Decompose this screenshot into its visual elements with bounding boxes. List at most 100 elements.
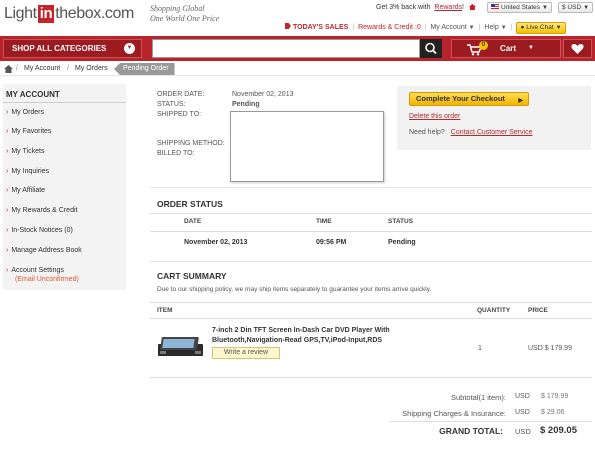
search-button[interactable] <box>420 39 442 58</box>
cart-label: Cart <box>500 44 517 53</box>
sidebar-item-rewards-credit[interactable]: › My Rewards & Credit <box>6 207 77 214</box>
top-header: Light in thebox.com Shopping Global One … <box>0 0 595 36</box>
order-status-value: Pending <box>232 101 260 108</box>
rewards-credit-link[interactable]: Rewards & Credit :0 <box>358 24 421 31</box>
breadcrumb-separator: / <box>67 65 69 72</box>
logo-text-in: in <box>37 5 55 23</box>
breadcrumb: / My Account / My Orders Pending Order <box>0 62 595 76</box>
bullet-icon: › <box>6 267 9 274</box>
cashback-text: Get 3% back with <box>376 4 431 11</box>
delete-order-link[interactable]: Delete this order <box>409 113 460 120</box>
column-header-price: PRICE <box>528 307 548 314</box>
billed-to-label: BILLED TO: <box>157 150 195 157</box>
column-header-quantity: QUANTITY <box>477 307 511 314</box>
write-review-button[interactable]: Write a review <box>212 347 280 359</box>
bullet-icon: › <box>6 168 9 175</box>
home-icon[interactable] <box>4 65 13 73</box>
bullet-icon: › <box>6 128 9 135</box>
sidebar-item-my-orders[interactable]: › My Orders <box>6 109 44 116</box>
status-row-date: November 02, 2013 <box>184 239 248 246</box>
chevron-down-icon: ▼ <box>468 25 475 31</box>
divider <box>150 377 592 378</box>
arrow-right-icon: ▶ <box>518 98 523 104</box>
heart-icon <box>571 44 584 54</box>
checkout-panel: Complete Your Checkout ▶ Delete this ord… <box>397 86 591 150</box>
item-quantity: 1 <box>478 345 482 352</box>
order-date-value: November 02, 2013 <box>232 91 294 98</box>
breadcrumb-my-account[interactable]: My Account <box>24 62 60 76</box>
sidebar-title: MY ACCOUNT <box>6 90 60 99</box>
currency-label: $ USD <box>562 4 582 11</box>
status-row-status: Pending <box>388 239 416 246</box>
shipping-method-label: SHIPPING METHOD: <box>157 140 225 147</box>
contact-support-link[interactable]: Contact Customer Service <box>451 129 533 136</box>
logo-text-left: Light <box>4 5 37 22</box>
home-icon[interactable] <box>468 4 476 10</box>
cashback-promo: Get 3% back with Rewards! <box>376 4 476 11</box>
account-sidebar: MY ACCOUNT › My Orders › My Favorites › My … <box>3 84 126 290</box>
shipping-charges-label: Shipping Charges & Insurance: <box>402 409 506 418</box>
breadcrumb-my-orders[interactable]: My Orders <box>75 62 108 76</box>
divider <box>150 318 592 319</box>
chevron-down-icon: ▼ <box>124 43 135 54</box>
address-box <box>230 111 384 182</box>
product-name-link[interactable]: 7-inch 2 Din TFT Screen In-Dash Car DVD … <box>212 326 442 346</box>
currency-selector[interactable]: $ USD ▼ <box>558 2 594 13</box>
sidebar-item-my-affiliate[interactable]: › My Affiliate <box>6 187 45 194</box>
shipping-currency: USD <box>515 409 530 416</box>
bullet-icon: › <box>6 207 9 214</box>
shipping-policy-note: Due to our shipping policy, we may ship … <box>157 286 432 293</box>
site-tagline: Shopping Global One World One Price <box>150 4 219 24</box>
shop-all-categories-button[interactable]: SHOP ALL CATEGORIES ▼ <box>3 39 142 58</box>
live-chat-button[interactable]: ● Live Chat ▼ <box>516 22 566 34</box>
sidebar-item-account-settings[interactable]: › Account Settings (Email Unconfirmed) <box>6 267 79 283</box>
complete-checkout-button[interactable]: Complete Your Checkout ▶ <box>409 92 529 106</box>
column-header-date: DATE <box>184 218 202 225</box>
all-categories-label: SHOP ALL CATEGORIES <box>12 44 107 53</box>
rewards-link[interactable]: Rewards <box>434 4 462 11</box>
order-status-panel: ORDER STATUS DATE TIME STATUS November 0… <box>150 192 592 262</box>
search-icon <box>425 42 437 55</box>
chevron-down-icon: ▼ <box>542 5 548 11</box>
divider <box>390 421 592 422</box>
column-header-time: TIME <box>316 218 332 225</box>
subtotal-label: Subtotal(1 item): <box>450 393 506 402</box>
country-label: United States <box>501 4 541 11</box>
sidebar-item-my-tickets[interactable]: › My Tickets <box>6 148 44 155</box>
account-links-row: TODAY'S SALES | Rewards & Credit :0 | My… <box>285 22 595 34</box>
sidebar-item-in-stock-notices[interactable]: › In-Stock Notices (0) <box>6 227 73 234</box>
grand-total-value: $ 209.05 <box>540 425 577 436</box>
sidebar-item-address-book[interactable]: › Manage Address Book <box>6 247 82 254</box>
shipped-to-label: SHIPPED TO: <box>157 111 202 118</box>
help-menu[interactable]: Help ▼ <box>484 24 506 31</box>
order-date-label: ORDER DATE: <box>157 91 205 98</box>
us-flag-icon <box>491 4 499 9</box>
bullet-icon: › <box>6 109 9 116</box>
logo-text-right: thebox.com <box>55 5 134 22</box>
chevron-down-icon: ▼ <box>555 25 562 31</box>
main-nav-bar: SHOP ALL CATEGORIES ▼ 0 Cart ▼ <box>0 36 595 61</box>
sidebar-item-my-favorites[interactable]: › My Favorites <box>6 128 51 135</box>
search-input[interactable] <box>152 39 420 58</box>
sidebar-item-my-inquiries[interactable]: › My Inquiries <box>6 168 49 175</box>
cart-button[interactable]: 0 Cart ▼ <box>451 39 561 58</box>
my-account-menu[interactable]: My Account ▼ <box>430 24 474 31</box>
cart-summary-panel: CART SUMMARY Due to our shipping policy,… <box>150 266 592 451</box>
item-price: USD $ 179.99 <box>528 345 572 352</box>
order-status-label: STATUS: <box>157 101 186 108</box>
wishlist-button[interactable] <box>563 39 592 58</box>
shipping-value: $ 29.06 <box>541 409 565 416</box>
cart-count-badge: 0 <box>479 41 488 50</box>
order-info-panel: ORDER DATE: November 02, 2013 STATUS: Pe… <box>150 86 592 188</box>
need-help-row: Need help? Contact Customer Service <box>409 129 532 136</box>
tagline-line-2: One World One Price <box>150 14 220 23</box>
site-logo[interactable]: Light in thebox.com <box>4 5 134 23</box>
todays-sales-link[interactable]: TODAY'S SALES <box>285 23 348 31</box>
cart-summary-title: CART SUMMARY <box>157 271 227 281</box>
chevron-down-icon: ▼ <box>528 45 534 51</box>
product-thumbnail[interactable] <box>158 336 203 358</box>
country-selector[interactable]: United States ▼ <box>487 2 552 13</box>
chat-bubble-icon: ● <box>520 24 525 31</box>
chevron-down-icon: ▼ <box>500 25 507 31</box>
status-row-time: 09:56 PM <box>316 239 347 246</box>
